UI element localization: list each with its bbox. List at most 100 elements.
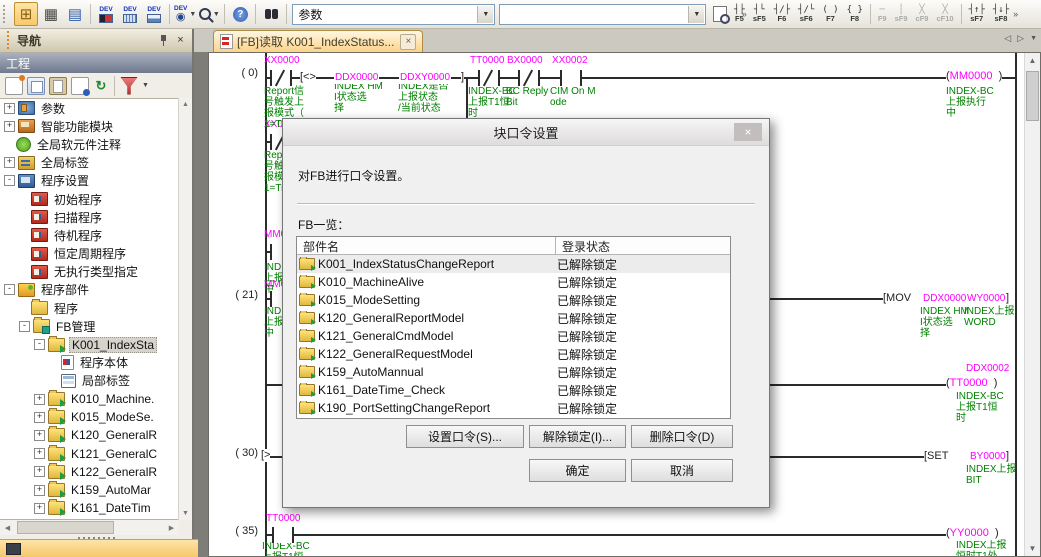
list-view-button[interactable]: ▤ [64, 3, 86, 25]
property-button[interactable] [71, 77, 89, 95]
tree-item--[interactable]: +智能功能模块 [0, 117, 179, 135]
unlock-button[interactable]: 解除锁定(I)... [529, 425, 626, 448]
device-test-button[interactable]: ▼ [198, 3, 220, 25]
ladder-symbol-button-sF6[interactable]: ┤/└sF6 [795, 4, 817, 24]
device-find-button[interactable]: DEV [95, 3, 117, 25]
expand-icon[interactable]: + [4, 157, 15, 168]
dialog-close-button[interactable]: × [734, 123, 762, 141]
fb-table-row[interactable]: K159_AutoMannual已解除锁定 [297, 363, 730, 381]
fb-table-row[interactable]: K190_PortSettingChangeReport已解除锁定 [297, 399, 730, 417]
column-header-status[interactable]: 登录状态 [556, 237, 730, 254]
ok-button[interactable]: 确定 [529, 459, 626, 482]
fb-table-row[interactable]: K015_ModeSetting已解除锁定 [297, 291, 730, 309]
tree-item-k120_generalr[interactable]: +K120_GeneralR [0, 426, 179, 444]
delete-password-button[interactable]: 删除口令(D) [631, 425, 733, 448]
fb-table-row[interactable]: K120_GeneralReportModel已解除锁定 [297, 309, 730, 327]
tree-item--[interactable]: 局部标签 [0, 372, 179, 390]
expand-icon[interactable]: + [34, 466, 45, 477]
collapse-icon[interactable]: - [4, 284, 15, 295]
tab-menu-button[interactable]: ▼ [1030, 35, 1037, 42]
refresh-button[interactable]: ↻ [93, 78, 109, 94]
set-password-button[interactable]: 设置口令(S)... [406, 425, 524, 448]
expand-icon[interactable]: + [4, 121, 15, 132]
scroll-down-icon[interactable]: ▼ [179, 507, 192, 520]
tree-item--[interactable]: 无执行类型指定 [0, 263, 179, 281]
expand-icon[interactable]: + [34, 485, 45, 496]
tree-vertical-scrollbar[interactable]: ▲ ▼ [178, 98, 192, 520]
column-header-name[interactable]: 部件名 [297, 237, 556, 254]
filter-button[interactable] [120, 77, 138, 95]
scroll-up-icon[interactable]: ▲ [179, 98, 192, 111]
navigation-close-button[interactable]: × [173, 33, 188, 48]
project-view-footer-button[interactable] [0, 539, 198, 557]
scrollbar-thumb[interactable] [17, 521, 114, 534]
editor-vertical-scrollbar[interactable]: ▲ ▼ [1024, 53, 1040, 556]
ladder-symbol-button-sF7[interactable]: ┤↑├sF7 [966, 4, 988, 24]
tab-prev-button[interactable]: ◁ [1004, 33, 1011, 44]
tree-item--[interactable]: +参数 [0, 99, 179, 117]
collapse-icon[interactable]: - [4, 175, 15, 186]
scroll-up-icon[interactable]: ▲ [1025, 53, 1040, 68]
tree-item-k015_modese-[interactable]: +K015_ModeSe. [0, 408, 179, 426]
tree-item--[interactable]: -程序设置 [0, 172, 179, 190]
dialog-titlebar[interactable]: 块口令设置 [283, 119, 769, 146]
new-item-button[interactable] [5, 77, 23, 95]
toolbar-overflow-button[interactable]: » [1013, 9, 1018, 19]
device-display-button[interactable]: DEV◉▼ [174, 3, 196, 25]
combobox-arrow-icon[interactable]: ▼ [477, 6, 493, 23]
tree-item-k010_machine-[interactable]: +K010_Machine. [0, 390, 179, 408]
paste-button[interactable] [49, 77, 67, 95]
tree-item--[interactable]: +全局标签 [0, 154, 179, 172]
expand-icon[interactable]: + [34, 503, 45, 514]
expand-icon[interactable]: + [34, 448, 45, 459]
tree-item--[interactable]: 程序 [0, 299, 179, 317]
ladder-symbol-button-F6[interactable]: ┤/├F6 [771, 4, 793, 24]
find-button[interactable] [260, 3, 282, 25]
secondary-combobox[interactable]: ▼ [499, 4, 706, 25]
help-button[interactable]: ? [229, 3, 251, 25]
fb-table-row[interactable]: K161_DateTime_Check已解除锁定 [297, 381, 730, 399]
ladder-symbol-button-sF5[interactable]: ┤└sF5 [750, 4, 769, 24]
tab-close-button[interactable]: × [400, 34, 416, 50]
pin-button[interactable] [156, 33, 171, 48]
combobox-arrow-icon[interactable]: ▼ [688, 6, 704, 23]
cancel-button[interactable]: 取消 [631, 459, 733, 482]
expand-icon[interactable]: + [34, 394, 45, 405]
scrollbar-thumb[interactable] [1026, 71, 1039, 121]
toolbar-grip[interactable] [3, 5, 10, 23]
tree-item-fb-[interactable]: -FB管理 [0, 317, 179, 335]
fb-table-row[interactable]: K010_MachineAlive已解除锁定 [297, 273, 730, 291]
ladder-symbol-button-sF8[interactable]: ┤↓├sF8 [990, 4, 1012, 24]
tree-item-k122_generalr[interactable]: +K122_GeneralR [0, 463, 179, 481]
device-batch-monitor-button[interactable]: DEV [119, 3, 141, 25]
tree-item--[interactable]: 程序本体 [0, 354, 179, 372]
tree-item-k161_datetim[interactable]: +K161_DateTim [0, 499, 179, 517]
scroll-left-icon[interactable]: ◀ [0, 524, 15, 532]
device-registration-monitor-button[interactable]: DEV [143, 3, 165, 25]
tree-item-k001_indexsta[interactable]: -K001_IndexSta [0, 335, 179, 353]
tab-fb-k001[interactable]: [FB]读取 K001_IndexStatus... × [213, 30, 423, 52]
tree-item--[interactable]: 待机程序 [0, 226, 179, 244]
ladder-symbol-button-F5[interactable]: ┤├F5 [731, 4, 748, 24]
scroll-down-icon[interactable]: ▼ [1025, 541, 1040, 556]
tree-item--[interactable]: 初始程序 [0, 190, 179, 208]
scroll-right-icon[interactable]: ▶ [164, 524, 179, 532]
expand-icon[interactable]: + [34, 430, 45, 441]
tree-item--[interactable]: 扫描程序 [0, 208, 179, 226]
ladder-symbol-button-F7[interactable]: ( )F7 [819, 4, 841, 24]
fb-table-row[interactable]: K121_GeneralCmdModel已解除锁定 [297, 327, 730, 345]
copy-button[interactable] [27, 77, 45, 95]
expand-icon[interactable]: + [4, 103, 15, 114]
tree-item--[interactable]: -程序部件 [0, 281, 179, 299]
module-config-button[interactable]: ▦ [40, 3, 62, 25]
tree-item--[interactable]: 恒定周期程序 [0, 245, 179, 263]
tree-item-k159_automar[interactable]: +K159_AutoMar [0, 481, 179, 499]
fb-table-row[interactable]: K122_GeneralRequestModel已解除锁定 [297, 345, 730, 363]
panel-grip[interactable] [7, 31, 14, 49]
tree-item-k121_generalc[interactable]: +K121_GeneralC [0, 445, 179, 463]
tree-horizontal-scrollbar[interactable]: ◀ ▶ [0, 520, 179, 535]
collapse-icon[interactable]: - [19, 321, 30, 332]
project-view-button[interactable]: ⊞ [14, 2, 38, 26]
cross-reference-button[interactable] [709, 3, 731, 25]
expand-icon[interactable]: + [34, 412, 45, 423]
